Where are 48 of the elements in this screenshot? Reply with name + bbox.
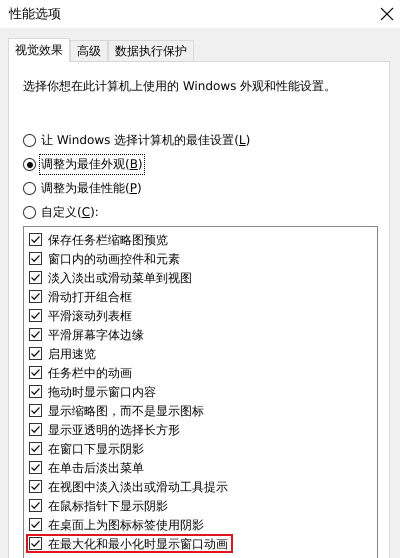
checkbox-label[interactable]: 拖动时显示窗口内容	[48, 384, 156, 398]
radio-button[interactable]	[23, 134, 36, 147]
close-icon[interactable]	[380, 7, 394, 21]
description-text: 选择你想在此计算机上使用的 Windows 外观和性能设置。	[23, 78, 338, 95]
checkbox[interactable]	[29, 442, 42, 455]
checkbox[interactable]	[29, 271, 42, 284]
checkbox[interactable]	[29, 290, 42, 303]
checkbox-label[interactable]: 在桌面上为图标标签使用阴影	[48, 518, 204, 532]
radio-button[interactable]	[23, 206, 36, 219]
radio-button[interactable]	[23, 158, 36, 171]
checkbox[interactable]	[29, 252, 42, 265]
checkbox[interactable]	[29, 366, 42, 379]
window-title: 性能选项	[9, 6, 61, 23]
radio-button[interactable]	[23, 182, 36, 195]
checkbox-label[interactable]: 在最大化和最小化时显示窗口动画	[48, 536, 228, 550]
tab[interactable]: 视觉效果	[8, 38, 70, 62]
checkbox-label[interactable]: 显示亚透明的选择长方形	[48, 422, 180, 436]
checkbox[interactable]	[29, 537, 42, 550]
checkbox-label[interactable]: 保存任务栏缩略图预览	[48, 232, 168, 246]
checkbox[interactable]	[29, 518, 42, 531]
radio-label[interactable]: 调整为最佳外观(B)	[39, 154, 145, 175]
checkbox-label[interactable]: 平滑滚动列表框	[48, 308, 132, 322]
checkbox-label[interactable]: 窗口内的动画控件和元素	[48, 252, 180, 266]
checkbox-label[interactable]: 在鼠标指针下显示阴影	[48, 498, 168, 512]
checkbox[interactable]	[29, 233, 42, 246]
tab[interactable]: 数据执行保护	[108, 40, 194, 61]
radio-label[interactable]: 让 Windows 选择计算机的最佳设置(L)	[39, 130, 252, 151]
tab[interactable]: 高级	[70, 40, 108, 61]
checkbox-label[interactable]: 滑动打开组合框	[48, 290, 132, 304]
checkbox[interactable]	[29, 461, 42, 474]
checkbox[interactable]	[29, 423, 42, 436]
checkbox[interactable]	[29, 404, 42, 417]
checkbox-label[interactable]: 启用速览	[48, 346, 96, 360]
radio-label[interactable]: 调整为最佳性能(P)	[39, 178, 144, 199]
radio-label[interactable]: 自定义(C):	[39, 202, 101, 223]
checkbox[interactable]	[29, 385, 42, 398]
checkbox-label[interactable]: 平滑屏幕字体边缘	[48, 328, 144, 342]
checkbox-label[interactable]: 在窗口下显示阴影	[48, 442, 144, 456]
checkbox-label[interactable]: 显示缩略图，而不是显示图标	[48, 404, 204, 418]
checkbox[interactable]	[29, 309, 42, 322]
checkbox-label[interactable]: 任务栏中的动画	[48, 366, 132, 380]
checkbox[interactable]	[29, 499, 42, 512]
checkbox[interactable]	[29, 328, 42, 341]
checkbox[interactable]	[29, 480, 42, 493]
checkbox-label[interactable]: 在视图中淡入淡出或滑动工具提示	[48, 480, 228, 494]
checkbox-label[interactable]: 在单击后淡出菜单	[48, 460, 144, 474]
checkbox[interactable]	[29, 347, 42, 360]
checkbox-label[interactable]: 淡入淡出或滑动菜单到视图	[48, 270, 192, 284]
